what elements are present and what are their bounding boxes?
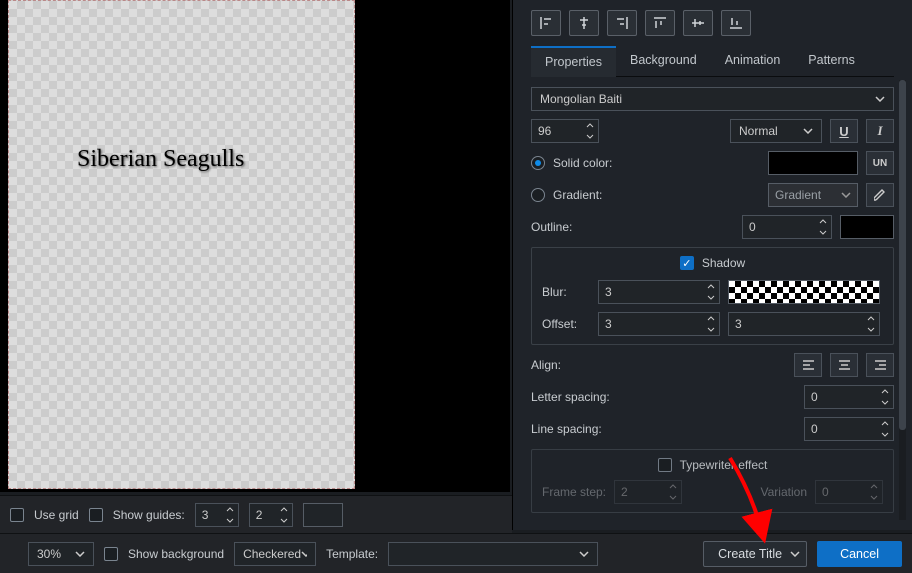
text-align-left-icon[interactable] bbox=[794, 353, 822, 377]
text-align-right-icon[interactable] bbox=[866, 353, 894, 377]
align-left-icon[interactable] bbox=[531, 10, 561, 36]
frame-step-label: Frame step: bbox=[542, 485, 606, 499]
align-toolbar bbox=[513, 0, 912, 42]
tab-animation[interactable]: Animation bbox=[711, 46, 795, 76]
canvas-area: Siberian Seagulls bbox=[0, 0, 510, 492]
properties-body: Mongolian Baiti 96 Normal U I Solid co bbox=[513, 77, 912, 521]
title-text[interactable]: Siberian Seagulls bbox=[77, 146, 244, 173]
show-background-checkbox[interactable] bbox=[104, 547, 118, 561]
letter-spacing-label: Letter spacing: bbox=[531, 390, 610, 404]
guides-cols-input[interactable]: 3 bbox=[195, 503, 239, 527]
show-guides-checkbox[interactable] bbox=[89, 508, 103, 522]
font-weight-select[interactable]: Normal bbox=[730, 119, 822, 143]
outline-color-swatch[interactable] bbox=[840, 215, 894, 239]
shadow-color-swatch[interactable] bbox=[728, 280, 880, 304]
show-background-label: Show background bbox=[128, 547, 224, 561]
guide-color-swatch[interactable] bbox=[303, 503, 343, 527]
font-family-select[interactable]: Mongolian Baiti bbox=[531, 87, 894, 111]
template-select[interactable] bbox=[388, 542, 598, 566]
solid-color-radio[interactable] bbox=[531, 156, 545, 170]
typewriter-checkbox[interactable] bbox=[658, 458, 672, 472]
align-center-h-icon[interactable] bbox=[569, 10, 599, 36]
typewriter-label: Typewriter effect bbox=[680, 458, 768, 472]
zoom-select[interactable]: 30% bbox=[28, 542, 94, 566]
letter-spacing-input[interactable]: 0 bbox=[804, 385, 894, 409]
font-family-value: Mongolian Baiti bbox=[540, 92, 622, 106]
panel-tabs: Properties Background Animation Patterns bbox=[531, 46, 894, 77]
tab-background[interactable]: Background bbox=[616, 46, 711, 76]
offset-label: Offset: bbox=[542, 317, 590, 331]
frame-step-input: 2 bbox=[614, 480, 682, 504]
footer-bar: 30% Show background Checkered Template: … bbox=[0, 533, 912, 573]
template-label: Template: bbox=[326, 547, 378, 561]
edit-gradient-button[interactable] bbox=[866, 183, 894, 207]
typewriter-group: Typewriter effect Frame step: 2 Variatio… bbox=[531, 449, 894, 513]
spin-buttons[interactable] bbox=[582, 120, 598, 142]
canvas-options-bar: Use grid Show guides: 3 2 bbox=[0, 495, 512, 533]
guides-rows-input[interactable]: 2 bbox=[249, 503, 293, 527]
shadow-label: Shadow bbox=[702, 256, 745, 270]
properties-panel: Properties Background Animation Patterns… bbox=[512, 0, 912, 530]
title-canvas[interactable]: Siberian Seagulls bbox=[8, 0, 355, 489]
font-size-input[interactable]: 96 bbox=[531, 119, 599, 143]
unicode-button[interactable]: UN bbox=[866, 151, 894, 175]
variation-input: 0 bbox=[815, 480, 883, 504]
gradient-label: Gradient: bbox=[553, 188, 602, 202]
font-weight-value: Normal bbox=[739, 124, 778, 138]
align-center-v-icon[interactable] bbox=[683, 10, 713, 36]
zoom-value: 30% bbox=[37, 547, 61, 561]
offset-x-input[interactable]: 3 bbox=[598, 312, 720, 336]
cancel-button[interactable]: Cancel bbox=[817, 541, 902, 567]
panel-scrollbar[interactable] bbox=[899, 80, 906, 520]
align-bottom-icon[interactable] bbox=[721, 10, 751, 36]
outline-width-input[interactable]: 0 bbox=[742, 215, 832, 239]
solid-color-swatch[interactable] bbox=[768, 151, 858, 175]
shadow-checkbox[interactable]: ✓ bbox=[680, 256, 694, 270]
gradient-radio[interactable] bbox=[531, 188, 545, 202]
italic-button[interactable]: I bbox=[866, 119, 894, 143]
line-spacing-input[interactable]: 0 bbox=[804, 417, 894, 441]
align-label: Align: bbox=[531, 358, 561, 372]
use-grid-label: Use grid bbox=[34, 508, 79, 522]
line-spacing-label: Line spacing: bbox=[531, 422, 602, 436]
underline-button[interactable]: U bbox=[830, 119, 858, 143]
blur-input[interactable]: 3 bbox=[598, 280, 720, 304]
font-size-value: 96 bbox=[538, 124, 551, 138]
shadow-group: ✓ Shadow Blur: 3 Offset: 3 3 bbox=[531, 247, 894, 345]
text-align-center-icon[interactable] bbox=[830, 353, 858, 377]
gradient-select[interactable]: Gradient bbox=[768, 183, 858, 207]
scrollbar-thumb[interactable] bbox=[899, 80, 906, 430]
use-grid-checkbox[interactable] bbox=[10, 508, 24, 522]
blur-label: Blur: bbox=[542, 285, 590, 299]
solid-color-label: Solid color: bbox=[553, 156, 612, 170]
tab-properties[interactable]: Properties bbox=[531, 46, 616, 77]
align-top-icon[interactable] bbox=[645, 10, 675, 36]
variation-label: Variation bbox=[761, 485, 807, 499]
show-guides-label: Show guides: bbox=[113, 508, 185, 522]
offset-y-input[interactable]: 3 bbox=[728, 312, 880, 336]
background-mode-select[interactable]: Checkered bbox=[234, 542, 316, 566]
tab-patterns[interactable]: Patterns bbox=[794, 46, 869, 76]
outline-label: Outline: bbox=[531, 220, 572, 234]
create-title-button[interactable]: Create Title bbox=[703, 541, 807, 567]
align-right-icon[interactable] bbox=[607, 10, 637, 36]
